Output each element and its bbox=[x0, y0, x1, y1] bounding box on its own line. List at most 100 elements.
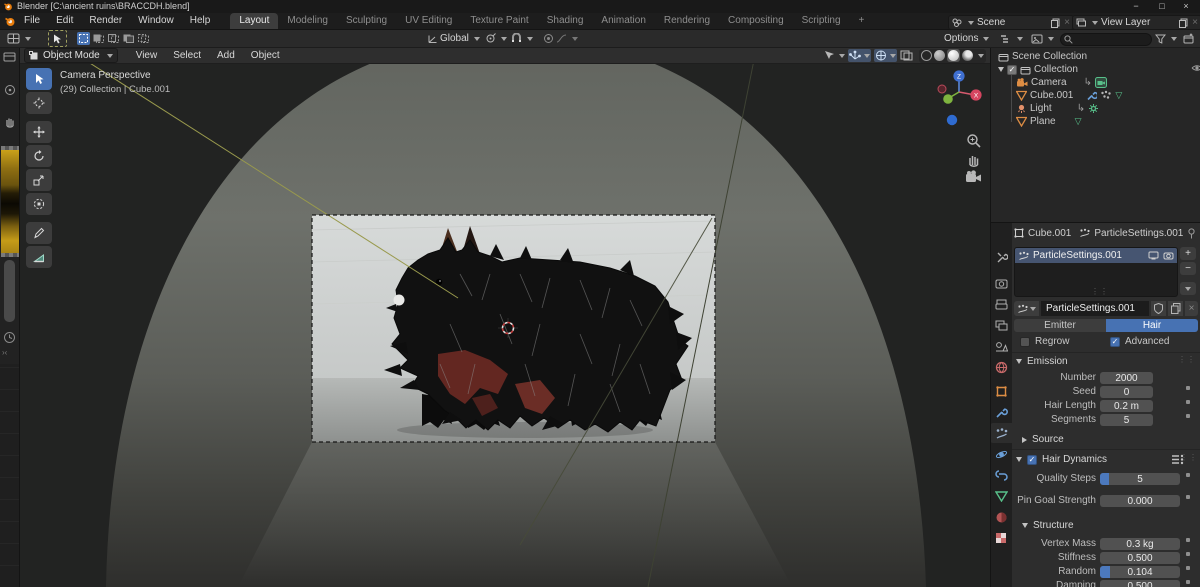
editor-divider[interactable] bbox=[990, 48, 991, 587]
camera-view-button[interactable] bbox=[965, 170, 983, 184]
outliner-filter-dropdown[interactable] bbox=[1152, 31, 1180, 46]
tab-scene[interactable] bbox=[990, 336, 1012, 356]
advanced-option[interactable]: ✓ Advanced bbox=[1110, 336, 1169, 347]
tab-tool[interactable] bbox=[990, 247, 1012, 267]
scene-selector[interactable]: Scene × bbox=[948, 15, 1074, 30]
navigation-gizmo[interactable]: Z X bbox=[935, 68, 983, 126]
tab-material[interactable] bbox=[990, 507, 1012, 527]
type-hair-button[interactable]: Hair bbox=[1106, 319, 1198, 332]
view-layer-selector[interactable]: View Layer × bbox=[1072, 15, 1200, 30]
remove-particle-system-button[interactable]: − bbox=[1180, 262, 1196, 275]
tool-scale[interactable] bbox=[26, 169, 52, 191]
tool-rotate[interactable] bbox=[26, 145, 52, 167]
pan-hand-button[interactable] bbox=[966, 152, 982, 168]
random-slider[interactable]: 0.104 bbox=[1100, 566, 1180, 578]
new-view-layer-icon[interactable] bbox=[1179, 18, 1189, 28]
workspace-tab-rendering[interactable]: Rendering bbox=[655, 13, 719, 29]
animate-decorator[interactable] bbox=[1186, 566, 1190, 570]
clock-gizmo-icon[interactable] bbox=[3, 331, 16, 344]
animate-decorator[interactable] bbox=[1186, 386, 1190, 390]
search-input[interactable] bbox=[1060, 33, 1152, 46]
seed-field[interactable]: 0 bbox=[1100, 386, 1153, 398]
outliner-display-mode-dropdown[interactable] bbox=[997, 31, 1026, 46]
tool-cursor[interactable] bbox=[26, 92, 52, 114]
xray-toggle[interactable] bbox=[900, 50, 913, 61]
new-scene-icon[interactable] bbox=[1051, 18, 1061, 28]
animate-decorator[interactable] bbox=[1186, 414, 1190, 418]
new-collection-button[interactable] bbox=[1180, 31, 1198, 46]
options-dropdown[interactable]: Options bbox=[941, 31, 993, 46]
outliner-row-scene-collection[interactable]: Scene Collection bbox=[990, 50, 1200, 63]
workspace-tab-animation[interactable]: Animation bbox=[592, 13, 654, 29]
fake-user-button[interactable] bbox=[1151, 301, 1166, 316]
shading-material-button[interactable] bbox=[947, 49, 960, 62]
animate-decorator[interactable] bbox=[1186, 552, 1190, 556]
scene-render[interactable] bbox=[20, 64, 990, 587]
stiffness-field[interactable]: 0.500 bbox=[1100, 552, 1180, 564]
workspace-tab-layout[interactable]: Layout bbox=[230, 13, 279, 29]
add-particle-system-button[interactable]: + bbox=[1180, 247, 1196, 260]
tab-modifiers[interactable] bbox=[990, 402, 1012, 422]
regrow-option[interactable]: Regrow bbox=[1020, 336, 1069, 347]
axis-neg-z-ball[interactable] bbox=[946, 114, 958, 126]
tool-select-box[interactable] bbox=[26, 68, 52, 90]
tool-move[interactable] bbox=[26, 121, 52, 143]
tab-particles[interactable] bbox=[990, 423, 1012, 443]
unlink-datablock-button[interactable]: × bbox=[1185, 301, 1198, 316]
animate-decorator[interactable] bbox=[1186, 580, 1190, 584]
active-tool-button[interactable] bbox=[48, 30, 67, 47]
menu-window[interactable]: Window bbox=[130, 13, 182, 29]
regrow-checkbox[interactable] bbox=[1020, 336, 1030, 347]
minimize-button[interactable]: − bbox=[1124, 0, 1148, 13]
particle-system-list[interactable]: ParticleSettings.001 ⋮⋮ bbox=[1014, 247, 1178, 297]
proportional-editing-toggle[interactable] bbox=[540, 31, 581, 46]
tab-output[interactable] bbox=[990, 294, 1012, 314]
tab-texture[interactable] bbox=[990, 528, 1012, 548]
hair-dynamics-checkbox[interactable]: ✓ bbox=[1027, 454, 1037, 465]
remove-view-layer-icon[interactable]: × bbox=[1192, 17, 1198, 28]
orbit-gizmo-icon[interactable] bbox=[4, 84, 16, 96]
menu-render[interactable]: Render bbox=[81, 13, 130, 29]
copy-datablock-button[interactable] bbox=[1168, 301, 1183, 316]
viewport-menu-select[interactable]: Select bbox=[165, 48, 209, 63]
viewport-menu-add[interactable]: Add bbox=[209, 48, 243, 63]
workspace-tab-texture-paint[interactable]: Texture Paint bbox=[461, 13, 537, 29]
datablock-name-field[interactable]: ParticleSettings.001 bbox=[1041, 301, 1149, 316]
panel-drag-grip[interactable]: ⋮⋮ bbox=[1178, 355, 1196, 364]
workspace-tab-modeling[interactable]: Modeling bbox=[278, 13, 337, 29]
outliner-row-plane[interactable]: Plane ▽ bbox=[990, 115, 1200, 128]
viewport-menu-object[interactable]: Object bbox=[243, 48, 288, 63]
tab-render[interactable] bbox=[990, 273, 1012, 293]
workspace-tab-scripting[interactable]: Scripting bbox=[793, 13, 850, 29]
pivot-point-dropdown[interactable] bbox=[482, 31, 510, 46]
type-emitter-button[interactable]: Emitter bbox=[1014, 319, 1106, 332]
animate-decorator[interactable] bbox=[1186, 400, 1190, 404]
display-render-icon[interactable] bbox=[1163, 251, 1174, 260]
gizmos-toggle[interactable] bbox=[848, 49, 871, 62]
display-viewport-icon[interactable] bbox=[1148, 251, 1159, 260]
pan-hand-icon[interactable] bbox=[4, 116, 16, 128]
tool-annotate[interactable] bbox=[26, 222, 52, 244]
tab-object[interactable] bbox=[990, 381, 1012, 401]
emission-panel-header[interactable]: Emission bbox=[1016, 356, 1068, 367]
blender-logo-icon[interactable] bbox=[5, 16, 16, 27]
shading-wireframe-button[interactable] bbox=[921, 50, 932, 61]
zoom-button[interactable] bbox=[966, 133, 982, 149]
workspace-tab-sculpting[interactable]: Sculpting bbox=[337, 13, 396, 29]
select-mode-subtract-button[interactable] bbox=[107, 32, 120, 45]
outliner-search[interactable] bbox=[1060, 33, 1152, 46]
maximize-button[interactable]: □ bbox=[1150, 0, 1174, 13]
particle-slot-active[interactable]: ParticleSettings.001 bbox=[1015, 248, 1177, 263]
gold-texture-image[interactable] bbox=[1, 150, 19, 253]
viewport-3d[interactable]: Object Mode View Select Add Object Camer… bbox=[20, 48, 990, 587]
hair-length-field[interactable]: 0.2 m bbox=[1100, 400, 1153, 412]
outliner-row-camera[interactable]: Camera ↳ bbox=[990, 76, 1200, 89]
unlink-scene-icon[interactable]: × bbox=[1064, 17, 1070, 28]
tab-view-layer[interactable] bbox=[990, 315, 1012, 335]
select-mode-intersect-button[interactable] bbox=[137, 32, 150, 45]
breadcrumb-object[interactable]: Cube.001 bbox=[1028, 228, 1071, 239]
datablock-type-dropdown[interactable] bbox=[1014, 301, 1039, 316]
segments-field[interactable]: 5 bbox=[1100, 414, 1153, 426]
tool-measure[interactable] bbox=[26, 246, 52, 268]
outliner-row-collection[interactable]: ✓ Collection bbox=[990, 63, 1200, 76]
